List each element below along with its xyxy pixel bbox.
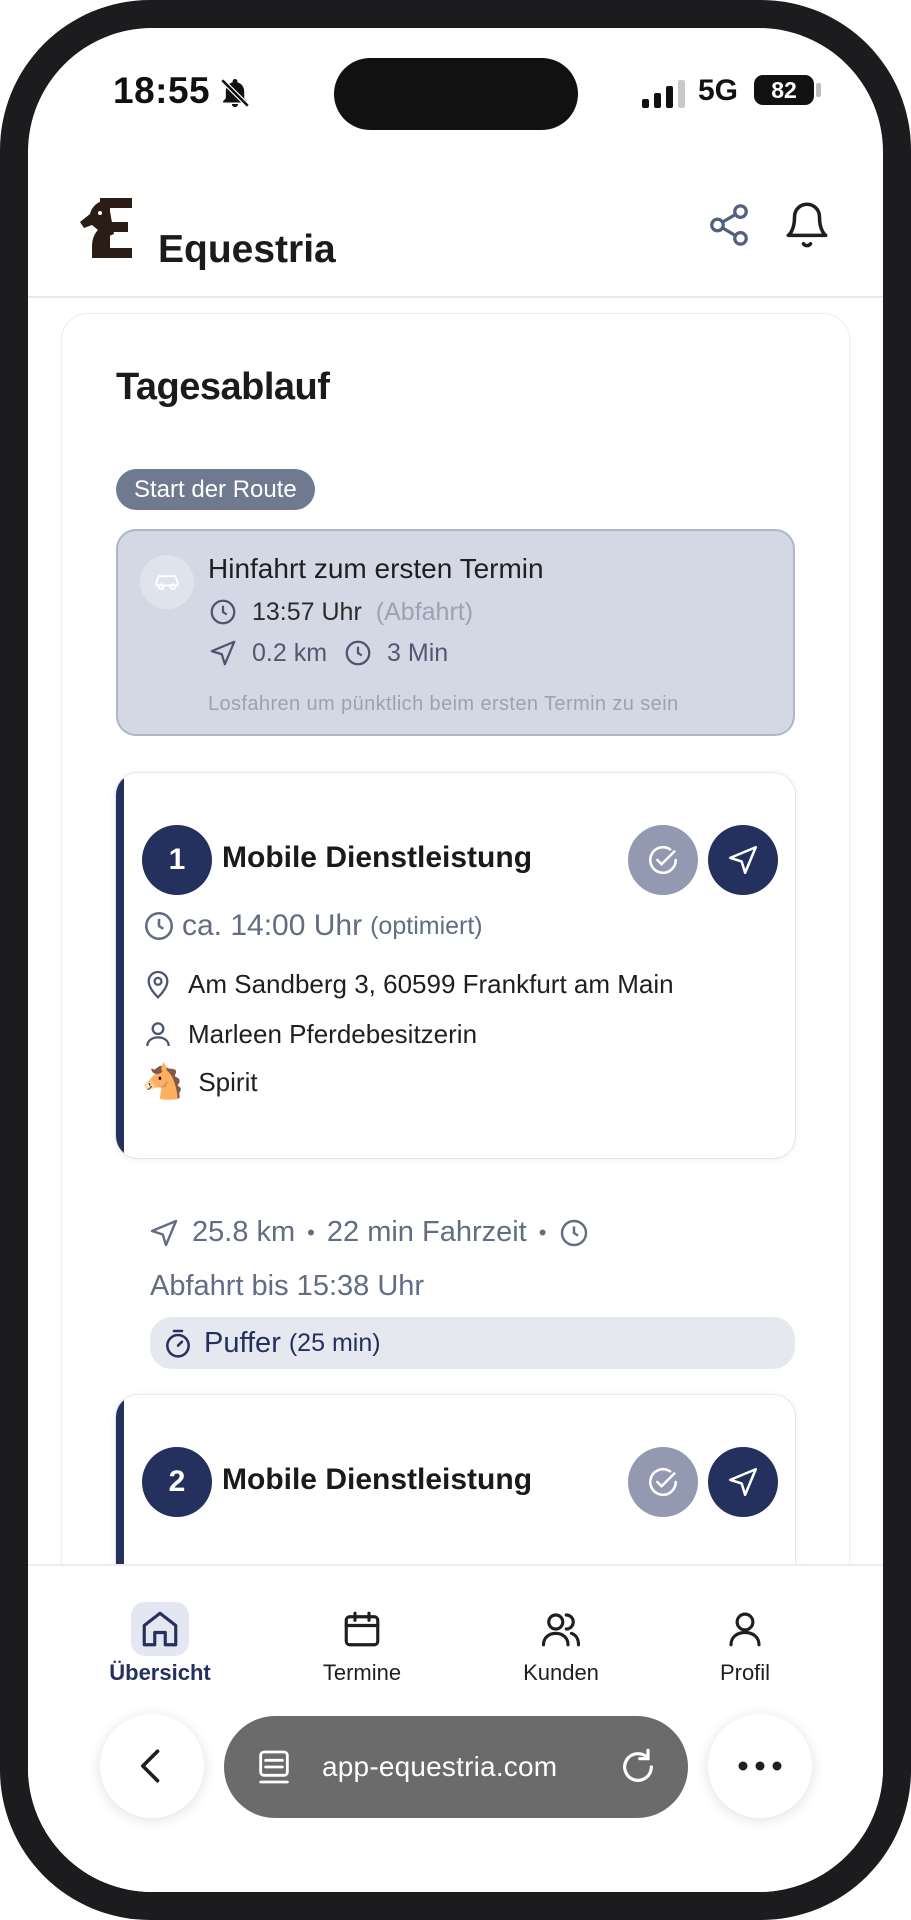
travel-distance: 25.8 km	[192, 1216, 296, 1248]
users-icon	[532, 1602, 590, 1656]
departure-row: 13:57 Uhr (Abfahrt)	[208, 597, 473, 627]
appointment-address: Am Sandberg 3, 60599 Frankfurt am Main	[188, 968, 674, 999]
battery-icon: 82	[754, 75, 814, 105]
nav-item-customers[interactable]: Kunden	[481, 1602, 641, 1686]
chevron-left-icon	[141, 1749, 160, 1783]
check-circle-icon	[649, 1468, 678, 1496]
clock-icon	[144, 911, 174, 941]
appointment-time-row: ca. 14:00 Uhr (optimiert)	[142, 909, 483, 943]
navigation-icon	[150, 1219, 178, 1246]
navigation-icon	[728, 845, 758, 875]
check-circle-icon	[649, 846, 678, 874]
navigate-button[interactable]	[708, 1447, 778, 1517]
signal-icon	[642, 80, 685, 108]
travel-departure: Abfahrt bis 15:38 Uhr	[150, 1270, 425, 1302]
timer-icon	[166, 1329, 190, 1358]
bell-off-icon	[220, 78, 250, 108]
appointment-card[interactable]: 1 Mobile Dienstleistung ca. 14:00 Uhr (o…	[116, 773, 795, 1158]
route-start-pill: Start der Route	[116, 469, 315, 510]
nav-item-overview[interactable]: Übersicht	[80, 1602, 240, 1686]
battery-cap	[816, 83, 821, 97]
appointment-number: 1	[142, 825, 212, 895]
nav-label: Profil	[719, 1660, 771, 1685]
navigation-icon	[728, 1467, 758, 1497]
navigate-button[interactable]	[708, 825, 778, 895]
complete-button[interactable]	[628, 825, 698, 895]
address-row: Am Sandberg 3, 60599 Frankfurt am Main	[142, 968, 674, 1000]
route-hint: Losfahren um pünktlich beim ersten Termi…	[208, 693, 679, 715]
map-pin-icon	[147, 970, 169, 999]
appointment-title: Mobile Dienstleistung	[222, 1463, 533, 1496]
browser-back-button[interactable]	[100, 1714, 204, 1818]
distance-row: 0.2 km 3 Min	[208, 638, 448, 668]
complete-button[interactable]	[628, 1447, 698, 1517]
clock-icon	[345, 640, 371, 666]
screen: 18:55 5G 82 Equestria Tagesablauf Start …	[28, 28, 883, 1892]
user-icon	[146, 1022, 170, 1047]
route-start-box: Hinfahrt zum ersten Termin 13:57 Uhr (Ab…	[116, 529, 795, 736]
nav-label: Kunden	[523, 1660, 599, 1685]
appointment-customer: Marleen Pferdebesitzerin	[188, 1018, 478, 1049]
section-title: Tagesablauf	[116, 366, 330, 408]
browser-url: app-equestria.com	[322, 1751, 558, 1782]
status-time: 18:55	[113, 70, 211, 111]
appointment-time-note: (optimiert)	[370, 911, 483, 940]
user-icon	[716, 1602, 774, 1656]
route-distance: 0.2 km	[252, 638, 328, 667]
travel-info: 25.8 km • 22 min Fahrzeit •	[148, 1216, 590, 1249]
equestria-logo	[80, 198, 132, 258]
nav-label: Übersicht	[109, 1660, 211, 1685]
clock-icon	[210, 599, 236, 625]
travel-duration: 22 min Fahrzeit	[326, 1216, 527, 1248]
travel-separator: •	[538, 1219, 547, 1245]
nav-item-appointments[interactable]: Termine	[282, 1602, 442, 1686]
nav-label: Termine	[322, 1660, 402, 1685]
share-icon[interactable]	[706, 202, 752, 248]
browser-url-bar[interactable]: app-equestria.com	[224, 1716, 688, 1818]
horse-icon: 🐴	[142, 1063, 185, 1101]
departure-note: (Abfahrt)	[375, 597, 474, 626]
appointment-time: ca. 14:00 Uhr	[182, 909, 363, 942]
car-icon	[140, 555, 194, 609]
buffer-label: Puffer	[204, 1326, 281, 1359]
nav-item-profile[interactable]: Profil	[665, 1602, 825, 1686]
horse-row: 🐴 Spirit	[142, 1065, 258, 1099]
clock-icon	[561, 1219, 588, 1246]
route-title: Hinfahrt zum ersten Termin	[208, 553, 544, 584]
calendar-icon	[333, 1602, 391, 1656]
customer-row: Marleen Pferdebesitzerin	[142, 1018, 477, 1050]
appointment-number: 2	[142, 1447, 212, 1517]
tabs-icon[interactable]	[254, 1747, 294, 1787]
appointment-title: Mobile Dienstleistung	[222, 841, 533, 874]
dynamic-island	[334, 58, 578, 130]
departure-time: 13:57 Uhr	[252, 597, 362, 626]
route-duration: 3 Min	[387, 638, 449, 667]
more-icon	[738, 1761, 782, 1771]
navigation-icon	[210, 640, 236, 666]
reload-icon[interactable]	[618, 1747, 658, 1787]
browser-more-button[interactable]	[708, 1714, 812, 1818]
buffer-bar: Puffer (25 min)	[150, 1317, 795, 1369]
buffer-note: (25 min)	[288, 1328, 381, 1357]
network-label: 5G	[698, 74, 739, 107]
app-title: Equestria	[158, 228, 336, 271]
header-divider	[28, 296, 883, 298]
appointment-horse: Spirit	[198, 1066, 258, 1097]
bell-icon[interactable]	[782, 198, 832, 252]
home-icon	[131, 1602, 189, 1656]
travel-separator: •	[307, 1219, 315, 1245]
